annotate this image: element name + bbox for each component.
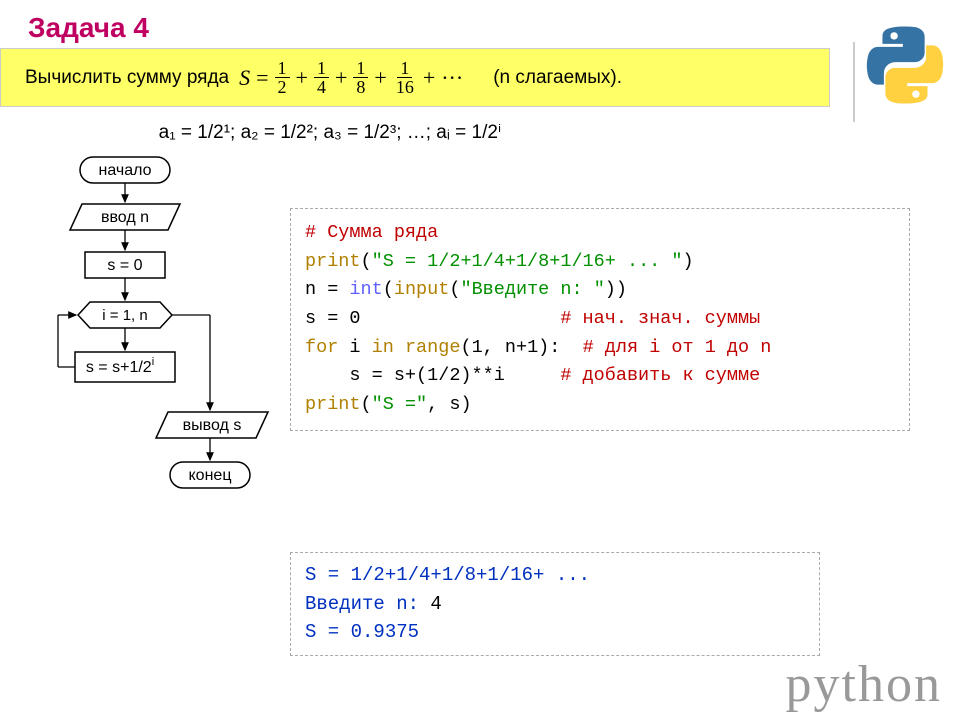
- slide-title: Задача 4: [0, 0, 960, 48]
- svg-text:s = s+1/2i: s = s+1/2i: [86, 356, 154, 376]
- problem-statement: Вычислить сумму ряда S = 12 + 14 + 18 + …: [0, 48, 830, 107]
- svg-text:ввод n: ввод n: [101, 209, 149, 226]
- python-watermark: python: [786, 655, 942, 714]
- divider: [853, 42, 855, 122]
- series-formula: S = 12 + 14 + 18 + 116 + ···: [239, 59, 463, 96]
- problem-suffix: (n слагаемых).: [493, 67, 622, 89]
- svg-text:начало: начало: [98, 162, 151, 179]
- svg-text:конец: конец: [189, 467, 232, 484]
- svg-text:вывод s: вывод s: [183, 417, 242, 434]
- term-definitions: a₁ = 1/2¹; a₂ = 1/2²; a₃ = 1/2³; …; aᵢ =…: [90, 121, 570, 144]
- flowchart: начало ввод n s = 0 i = 1, n s = s+1/2i …: [20, 152, 280, 522]
- problem-prefix: Вычислить сумму ряда: [25, 67, 229, 89]
- code-listing: # Сумма ряда print("S = 1/2+1/4+1/8+1/16…: [290, 208, 910, 431]
- svg-text:i = 1, n: i = 1, n: [102, 307, 147, 324]
- svg-text:s = 0: s = 0: [107, 257, 142, 274]
- program-output: S = 1/2+1/4+1/8+1/16+ ... Введите n: 4 S…: [290, 552, 820, 656]
- python-logo-icon: [865, 25, 945, 105]
